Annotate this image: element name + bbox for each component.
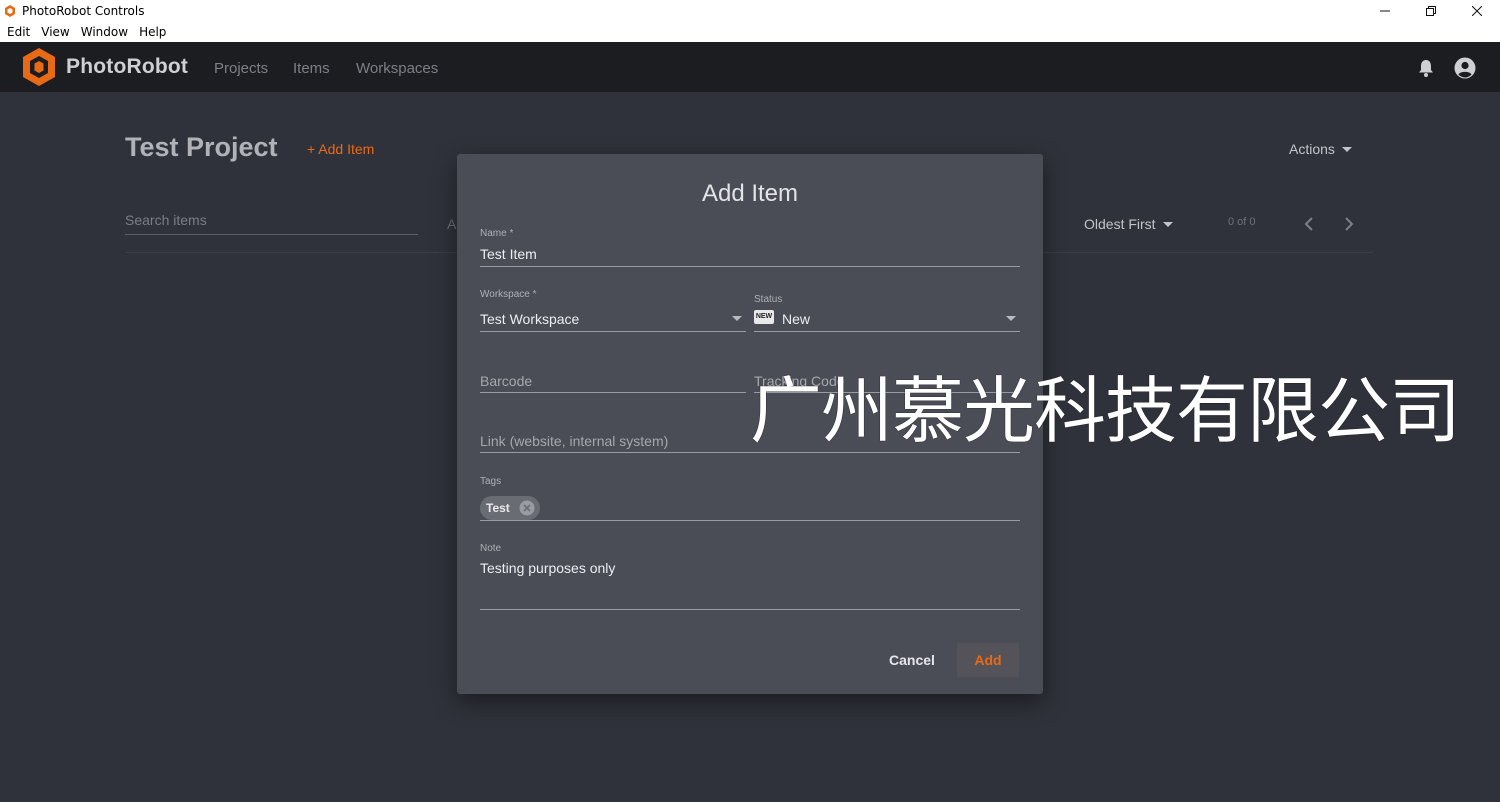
window-title: PhotoRobot Controls [22,4,145,18]
add-button[interactable]: Add [957,643,1019,677]
pagination-count: 0 of 0 [1228,216,1256,228]
new-badge-icon: NEW [754,310,774,324]
workspace-label: Workspace * [480,289,537,300]
app-header: PhotoRobot Projects Items Workspaces [0,42,1500,92]
barcode-field[interactable]: Barcode [480,370,746,393]
link-placeholder: Link (website, internal system) [480,433,669,449]
tags-field[interactable]: Tags Test [480,476,1020,521]
bell-icon[interactable] [1416,58,1436,78]
status-label: Status [754,294,783,305]
app-logo-icon [5,5,15,17]
search-input[interactable]: Search items [125,212,418,235]
sort-dropdown[interactable]: Oldest First [1084,216,1173,232]
name-field[interactable]: Name * Test Item [480,228,1020,267]
window-controls [1362,0,1500,22]
actions-label: Actions [1289,141,1335,157]
watermark-text: 广州慕光科技有限公司 [750,369,1461,453]
caret-down-icon [1162,221,1173,227]
brand-name[interactable]: PhotoRobot [66,55,188,79]
chevron-right-icon[interactable] [1340,214,1358,234]
nav-projects[interactable]: Projects [214,60,268,77]
nav-items[interactable]: Items [293,60,330,77]
tags-label: Tags [480,476,502,487]
photorobot-logo-icon[interactable] [22,47,56,87]
account-icon[interactable] [1454,57,1476,79]
note-label: Note [480,543,502,554]
nav-workspaces[interactable]: Workspaces [356,60,438,77]
name-label: Name * [480,228,514,239]
menu-edit[interactable]: Edit [7,25,30,39]
note-value: Testing purposes only [480,560,616,576]
minimize-icon [1380,10,1390,12]
note-field[interactable]: Note Testing purposes only [480,543,1020,610]
minimize-button[interactable] [1362,0,1408,22]
tag-chip-label: Test [486,501,510,515]
workspace-select[interactable]: Workspace * Test Workspace [480,289,746,332]
add-item-link[interactable]: + Add Item [307,141,374,157]
name-value: Test Item [480,246,537,262]
barcode-placeholder: Barcode [480,373,533,389]
caret-down-icon [1341,146,1352,152]
menu-window[interactable]: Window [81,25,128,39]
menu-help[interactable]: Help [139,25,166,39]
cancel-button[interactable]: Cancel [877,643,947,677]
filter-fragment: A [447,216,457,232]
status-value: New [782,311,811,327]
page-title: Test Project [125,132,278,162]
status-select[interactable]: Status NEW New [754,294,1020,332]
caret-down-icon [1006,316,1016,321]
workspace-value: Test Workspace [480,311,580,327]
actions-dropdown[interactable]: Actions [1289,141,1352,157]
remove-tag-icon[interactable] [519,500,535,516]
close-icon [1472,6,1482,16]
sort-label: Oldest First [1084,216,1156,232]
dialog-title: Add Item [701,180,799,207]
chevron-left-icon[interactable] [1300,214,1318,234]
caret-down-icon [732,316,742,321]
window-title-bar: PhotoRobot Controls [0,0,1500,22]
tag-chip[interactable]: Test [480,496,540,520]
restore-icon [1426,6,1436,16]
close-button[interactable] [1454,0,1500,22]
restore-button[interactable] [1408,0,1454,22]
menu-bar: Edit View Window Help [0,22,1500,42]
menu-view[interactable]: View [41,25,69,39]
